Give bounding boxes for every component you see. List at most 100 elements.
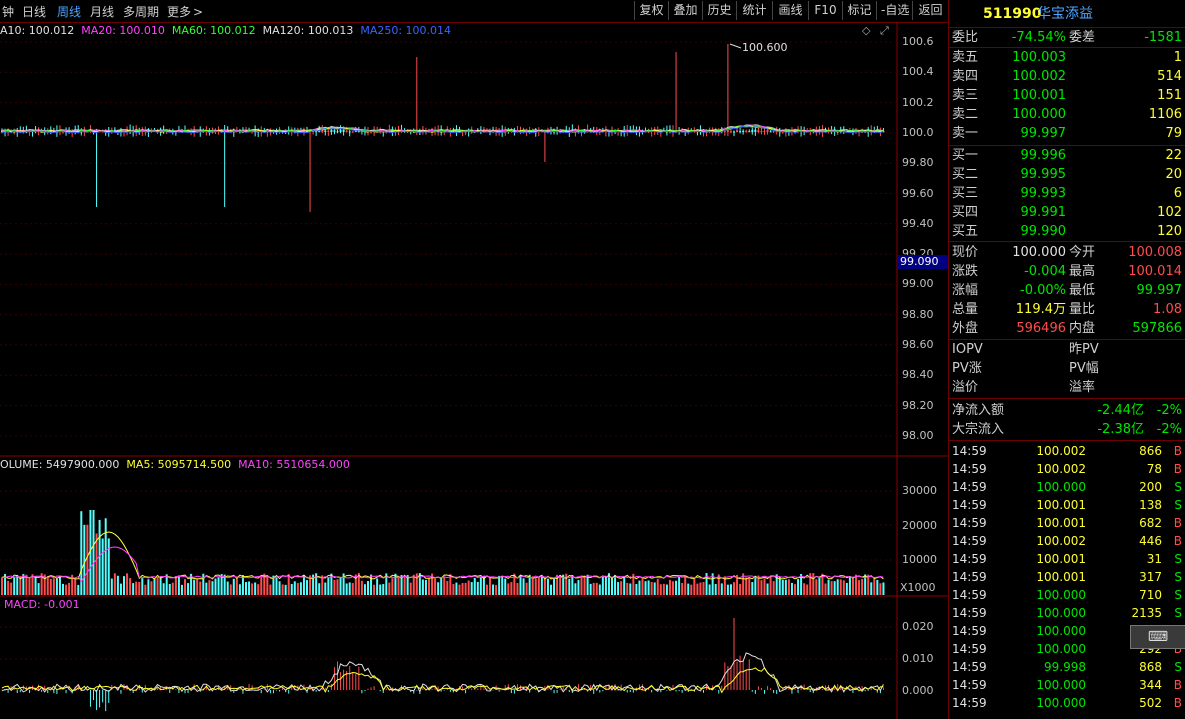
volume-bar <box>187 583 190 595</box>
back-button[interactable]: 返回 <box>912 1 948 20</box>
volume-bar <box>531 576 534 595</box>
tick-row: 14:59 100.000 2135 S <box>949 604 1185 622</box>
stat-value: 100.000 <box>1012 245 1066 260</box>
volume-bar <box>485 584 488 595</box>
volume-bar <box>519 575 522 595</box>
overlay-button[interactable]: 叠加 <box>668 1 702 20</box>
volume-bar <box>781 579 784 595</box>
volume-bar <box>13 576 16 595</box>
volume-bar <box>769 575 772 595</box>
volume-bar <box>208 580 211 595</box>
volume-bar <box>52 578 55 595</box>
period-more[interactable]: 更多 > <box>167 3 203 20</box>
volume-bar <box>196 578 199 595</box>
volume-bar <box>839 579 842 595</box>
volume-bar <box>696 583 699 595</box>
iopv-label: 昨PV <box>1069 342 1099 357</box>
volume-bar <box>571 574 574 595</box>
kline-chart[interactable]: A10: 100.012 MA20: 100.010 MA60: 100.012… <box>0 22 948 719</box>
volume-bar <box>714 583 717 595</box>
price-tick-label: 100.6 <box>902 35 934 48</box>
stats-button[interactable]: 统计 <box>736 1 772 20</box>
volume-bar <box>348 582 351 595</box>
volume-bar <box>620 581 623 595</box>
flow-label: 净流入额 <box>952 403 1005 418</box>
volume-bar <box>376 578 379 595</box>
volume-bar <box>123 576 125 595</box>
period-weekly[interactable]: 周线 <box>57 3 81 20</box>
tick-side: B <box>1173 696 1182 710</box>
volume-bar <box>25 574 28 595</box>
volume-bar <box>214 578 217 595</box>
tick-row: 14:59 100.001 138 S <box>949 496 1185 514</box>
volume-bar <box>790 582 793 595</box>
period-monthly[interactable]: 月线 <box>90 3 114 20</box>
mark-button[interactable]: 标记 <box>842 1 876 20</box>
keyboard-icon[interactable]: ⌨ <box>1130 625 1185 649</box>
volume-bar <box>803 583 806 595</box>
volume-bar <box>455 582 458 595</box>
tick-price: 100.002 <box>1036 444 1086 458</box>
tick-side: S <box>1174 552 1182 566</box>
volume-bar <box>180 584 183 595</box>
period-multi[interactable]: 多周期 <box>123 3 159 20</box>
volume-bar <box>525 582 528 595</box>
draw-line-button[interactable]: 画线 <box>772 1 808 20</box>
tick-side: S <box>1174 498 1182 512</box>
volume-bar <box>794 584 796 595</box>
volume-bar <box>653 582 656 595</box>
remove-watchlist-button[interactable]: -自选 <box>876 1 912 20</box>
tick-row: 14:59 100.001 317 S <box>949 568 1185 586</box>
volume-bar <box>248 581 251 595</box>
history-button[interactable]: 历史 <box>702 1 736 20</box>
volume-bar <box>717 574 720 595</box>
volume-bar <box>119 583 122 595</box>
bid-row: 买三 99.993 6 <box>949 184 1185 203</box>
volume-bar <box>110 578 113 595</box>
volume-bar <box>153 578 156 595</box>
volume-bar <box>299 582 302 595</box>
ma120-legend: MA120: 100.013 <box>262 24 354 37</box>
stat-label: 涨跌 <box>952 264 979 279</box>
candle-body <box>348 131 351 133</box>
chart-canvas[interactable] <box>0 22 948 719</box>
volume-bar <box>726 584 729 595</box>
iopv-label: PV涨 <box>952 361 982 376</box>
weicha-value: -1581 <box>1144 30 1182 45</box>
volume-bar <box>498 575 501 595</box>
tick-time: 14:59 <box>952 678 987 692</box>
tick-price: 100.001 <box>1036 498 1086 512</box>
flow-amount: -2.38亿 <box>1097 422 1144 437</box>
bid-level-label: 买三 <box>952 186 979 201</box>
volume-bar <box>382 584 385 595</box>
volume-bar <box>217 577 220 595</box>
volume-bar <box>580 575 583 595</box>
stat-value: 99.997 <box>1136 283 1183 298</box>
volume-bar <box>287 574 290 595</box>
stat-value: 596496 <box>1016 321 1066 336</box>
tick-side: B <box>1173 678 1182 692</box>
volume-bar <box>861 578 864 595</box>
diamond-icon[interactable]: ◇ <box>862 24 870 37</box>
volume-bar <box>10 582 13 595</box>
expand-icon[interactable]: ⤢ <box>880 24 889 38</box>
stat-value: 119.4万 <box>1015 302 1066 317</box>
tick-volume: 200 <box>1139 480 1162 494</box>
volume-bar <box>141 578 144 595</box>
volume-bar <box>333 579 336 595</box>
volume-bar <box>733 582 735 595</box>
volume-bar <box>28 577 31 595</box>
bid-price: 99.995 <box>1020 167 1067 182</box>
fuquan-button[interactable]: 复权 <box>634 1 668 20</box>
volume-bar <box>876 579 879 595</box>
period-daily[interactable]: 日线 <box>22 3 46 20</box>
f10-button[interactable]: F10 <box>808 1 842 20</box>
period-minute[interactable]: 钟 <box>2 3 14 20</box>
volume-bar <box>373 584 376 595</box>
volume-bar <box>83 524 86 595</box>
candle-body <box>723 131 726 133</box>
bid-volume: 20 <box>1165 167 1182 182</box>
volume-bar <box>702 582 705 595</box>
iopv-label: 溢率 <box>1069 380 1096 395</box>
stat-value: 597866 <box>1132 321 1182 336</box>
